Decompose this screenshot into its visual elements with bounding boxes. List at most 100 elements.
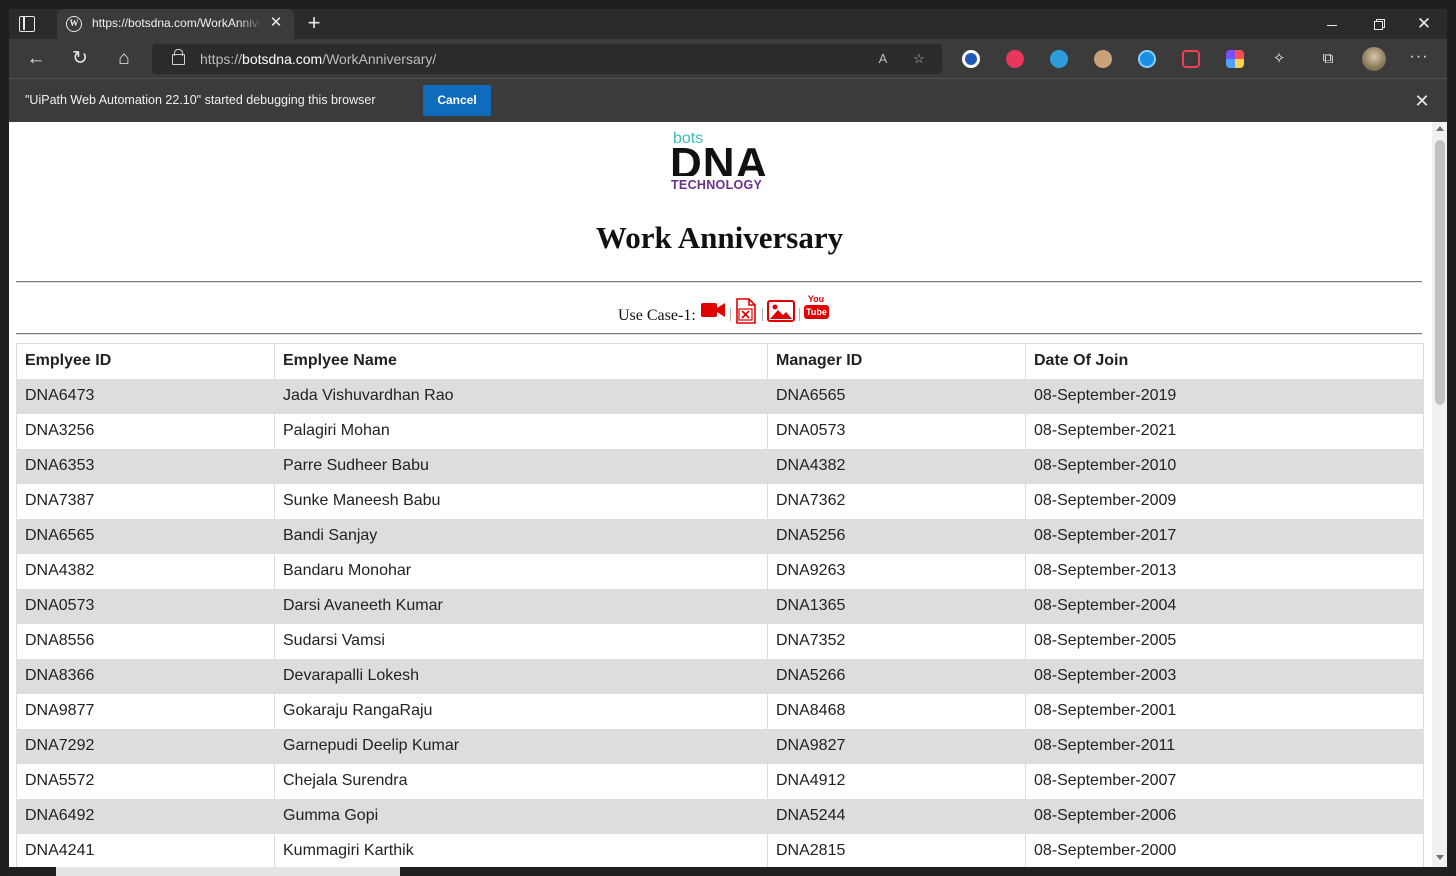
tab-close-icon[interactable]: ✕ [267, 14, 285, 32]
table-row: DNA9877 Gokaraju RangaRaju DNA8468 08-Septe… [16, 693, 1424, 729]
header-employee-name[interactable]: Emplyee Name [274, 343, 768, 379]
home-icon[interactable]: ⌂ [110, 46, 138, 72]
employee-id-cell: DNA7292 [16, 728, 275, 764]
page-title: Work Anniversary [595, 220, 844, 255]
employee-id-cell: DNA6565 [16, 518, 275, 554]
collections-icon[interactable]: ⧉ [1317, 48, 1339, 70]
employee-name-cell: Bandaru Monohar [274, 553, 768, 589]
browser-toolbar: ← ↻ ⌂ https://botsdna.com/WorkAnniversar… [9, 39, 1447, 78]
restore-button[interactable] [1355, 9, 1401, 39]
manager-id-cell: DNA9263 [767, 553, 1026, 589]
employee-name-cell: Jada Vishuvardhan Rao [274, 378, 768, 414]
more-options-icon[interactable]: ··· [1407, 47, 1431, 71]
url-path: /WorkAnniversary/ [322, 51, 437, 67]
youtube-you-text: You [807, 294, 825, 304]
back-arrow-icon[interactable]: ← [22, 46, 50, 72]
employee-id-cell: DNA6353 [16, 448, 275, 484]
employee-id-cell: DNA8556 [16, 623, 275, 659]
video-camera-icon[interactable] [700, 300, 726, 320]
date-of-join-cell: 08-September-2004 [1025, 588, 1424, 624]
employee-name-cell: Gumma Gopi [274, 798, 768, 834]
employee-name-cell: Sudarsi Vamsi [274, 623, 768, 659]
extensions-puzzle-icon[interactable]: ✧ [1268, 48, 1290, 70]
employee-id-cell: DNA6492 [16, 798, 275, 834]
botsdna-logo[interactable]: bots DNA TECHNOLOGY [670, 130, 770, 196]
window-close-button[interactable]: ✕ [1401, 9, 1447, 39]
table-row: DNA6492 Gumma Gopi DNA5244 08-September-200… [16, 798, 1424, 834]
table-row: DNA8556 Sudarsi Vamsi DNA7352 08-September-… [16, 623, 1424, 659]
date-of-join-cell: 08-September-2005 [1025, 623, 1424, 659]
manager-id-cell: DNA2815 [767, 833, 1026, 869]
usecase-label: Use Case-1: [618, 307, 696, 324]
manager-id-cell: DNA8468 [767, 693, 1026, 729]
url-text[interactable]: https://botsdna.com/WorkAnniversary/ [200, 51, 436, 67]
wordpress-icon: W [66, 16, 82, 32]
scroll-up-arrow-icon[interactable] [1436, 126, 1444, 131]
infobar-close-icon[interactable]: ✕ [1411, 90, 1433, 112]
scroll-thumb[interactable] [1435, 140, 1445, 405]
manager-id-cell: DNA5244 [767, 798, 1026, 834]
date-of-join-cell: 08-September-2019 [1025, 378, 1424, 414]
youtube-icon[interactable]: You Tube [804, 294, 829, 319]
header-employee-id[interactable]: Emplyee ID [16, 343, 275, 379]
employee-name-cell: Devarapalli Lokesh [274, 658, 768, 694]
browser-window: W https://botsdna.com/WorkAnniversary/ ✕… [9, 9, 1447, 876]
header-manager-id[interactable]: Manager ID [767, 343, 1026, 379]
table-row: DNA0573 Darsi Avaneeth Kumar DNA1365 08-Sep… [16, 588, 1424, 624]
employee-id-cell: DNA4382 [16, 553, 275, 589]
manager-id-cell: DNA9827 [767, 728, 1026, 764]
extension-icon-7[interactable] [1226, 50, 1244, 68]
extension-icon-5[interactable] [1138, 50, 1156, 68]
extension-icon-2[interactable] [1006, 50, 1024, 68]
pocket-icon[interactable] [1182, 50, 1200, 68]
profile-avatar[interactable] [1362, 47, 1386, 71]
lock-icon[interactable] [172, 49, 185, 65]
date-of-join-cell: 08-September-2010 [1025, 448, 1424, 484]
date-of-join-cell: 08-September-2017 [1025, 518, 1424, 554]
tab-work-anniversary[interactable]: W https://botsdna.com/WorkAnniversary/ ✕ [57, 9, 294, 39]
scroll-down-arrow-icon[interactable] [1436, 855, 1444, 860]
manager-id-cell: DNA5256 [767, 518, 1026, 554]
table-row: DNA4382 Bandaru Monohar DNA9263 08-Septembe… [16, 553, 1424, 589]
employee-name-cell: Darsi Avaneeth Kumar [274, 588, 768, 624]
extension-icon-4[interactable] [1094, 50, 1112, 68]
extension-icon-1[interactable] [962, 50, 980, 68]
employee-id-cell: DNA8366 [16, 658, 275, 694]
manager-id-cell: DNA1365 [767, 588, 1026, 624]
date-of-join-cell: 08-September-2001 [1025, 693, 1424, 729]
image-icon[interactable] [767, 300, 795, 322]
new-tab-icon[interactable]: + [302, 12, 326, 36]
minimize-button[interactable] [1309, 9, 1355, 39]
tab-strip: W https://botsdna.com/WorkAnniversary/ ✕… [9, 9, 1447, 39]
excel-file-icon[interactable] [735, 298, 757, 324]
employee-name-cell: Kummagiri Karthik [274, 833, 768, 869]
date-of-join-cell: 08-September-2003 [1025, 658, 1424, 694]
divider-bottom [16, 333, 1422, 334]
date-of-join-cell: 08-September-2021 [1025, 413, 1424, 449]
employee-id-cell: DNA7387 [16, 483, 275, 519]
divider-top [16, 281, 1422, 282]
page-scrollbar[interactable] [1432, 122, 1447, 876]
header-date-of-join[interactable]: Date Of Join [1025, 343, 1424, 379]
taskbar-search-area[interactable] [56, 867, 400, 876]
employee-name-cell: Gokaraju RangaRaju [274, 693, 768, 729]
tab-actions-icon[interactable] [19, 16, 35, 32]
infobar-message: "UiPath Web Automation 22.10" started de… [25, 93, 376, 107]
reload-icon[interactable]: ↻ [66, 46, 94, 72]
table-row: DNA8366 Devarapalli Lokesh DNA5266 08-Septe… [16, 658, 1424, 694]
add-favorite-icon[interactable]: ☆ [908, 49, 930, 69]
manager-id-cell: DNA4382 [767, 448, 1026, 484]
address-bar[interactable]: https://botsdna.com/WorkAnniversary/ A ☆ [152, 44, 942, 74]
date-of-join-cell: 08-September-2011 [1025, 728, 1424, 764]
separator: | [798, 306, 802, 322]
cancel-debugging-button[interactable]: Cancel [423, 85, 491, 116]
employee-name-cell: Sunke Maneesh Babu [274, 483, 768, 519]
extension-icon-3[interactable] [1050, 50, 1068, 68]
logo-technology-text: TECHNOLOGY [671, 178, 763, 192]
employee-name-cell: Parre Sudheer Babu [274, 448, 768, 484]
date-of-join-cell: 08-September-2000 [1025, 833, 1424, 869]
logo-dna-text: DNA [670, 142, 769, 176]
read-aloud-icon[interactable]: A [872, 49, 894, 69]
employee-id-cell: DNA4241 [16, 833, 275, 869]
employee-name-cell: Chejala Surendra [274, 763, 768, 799]
